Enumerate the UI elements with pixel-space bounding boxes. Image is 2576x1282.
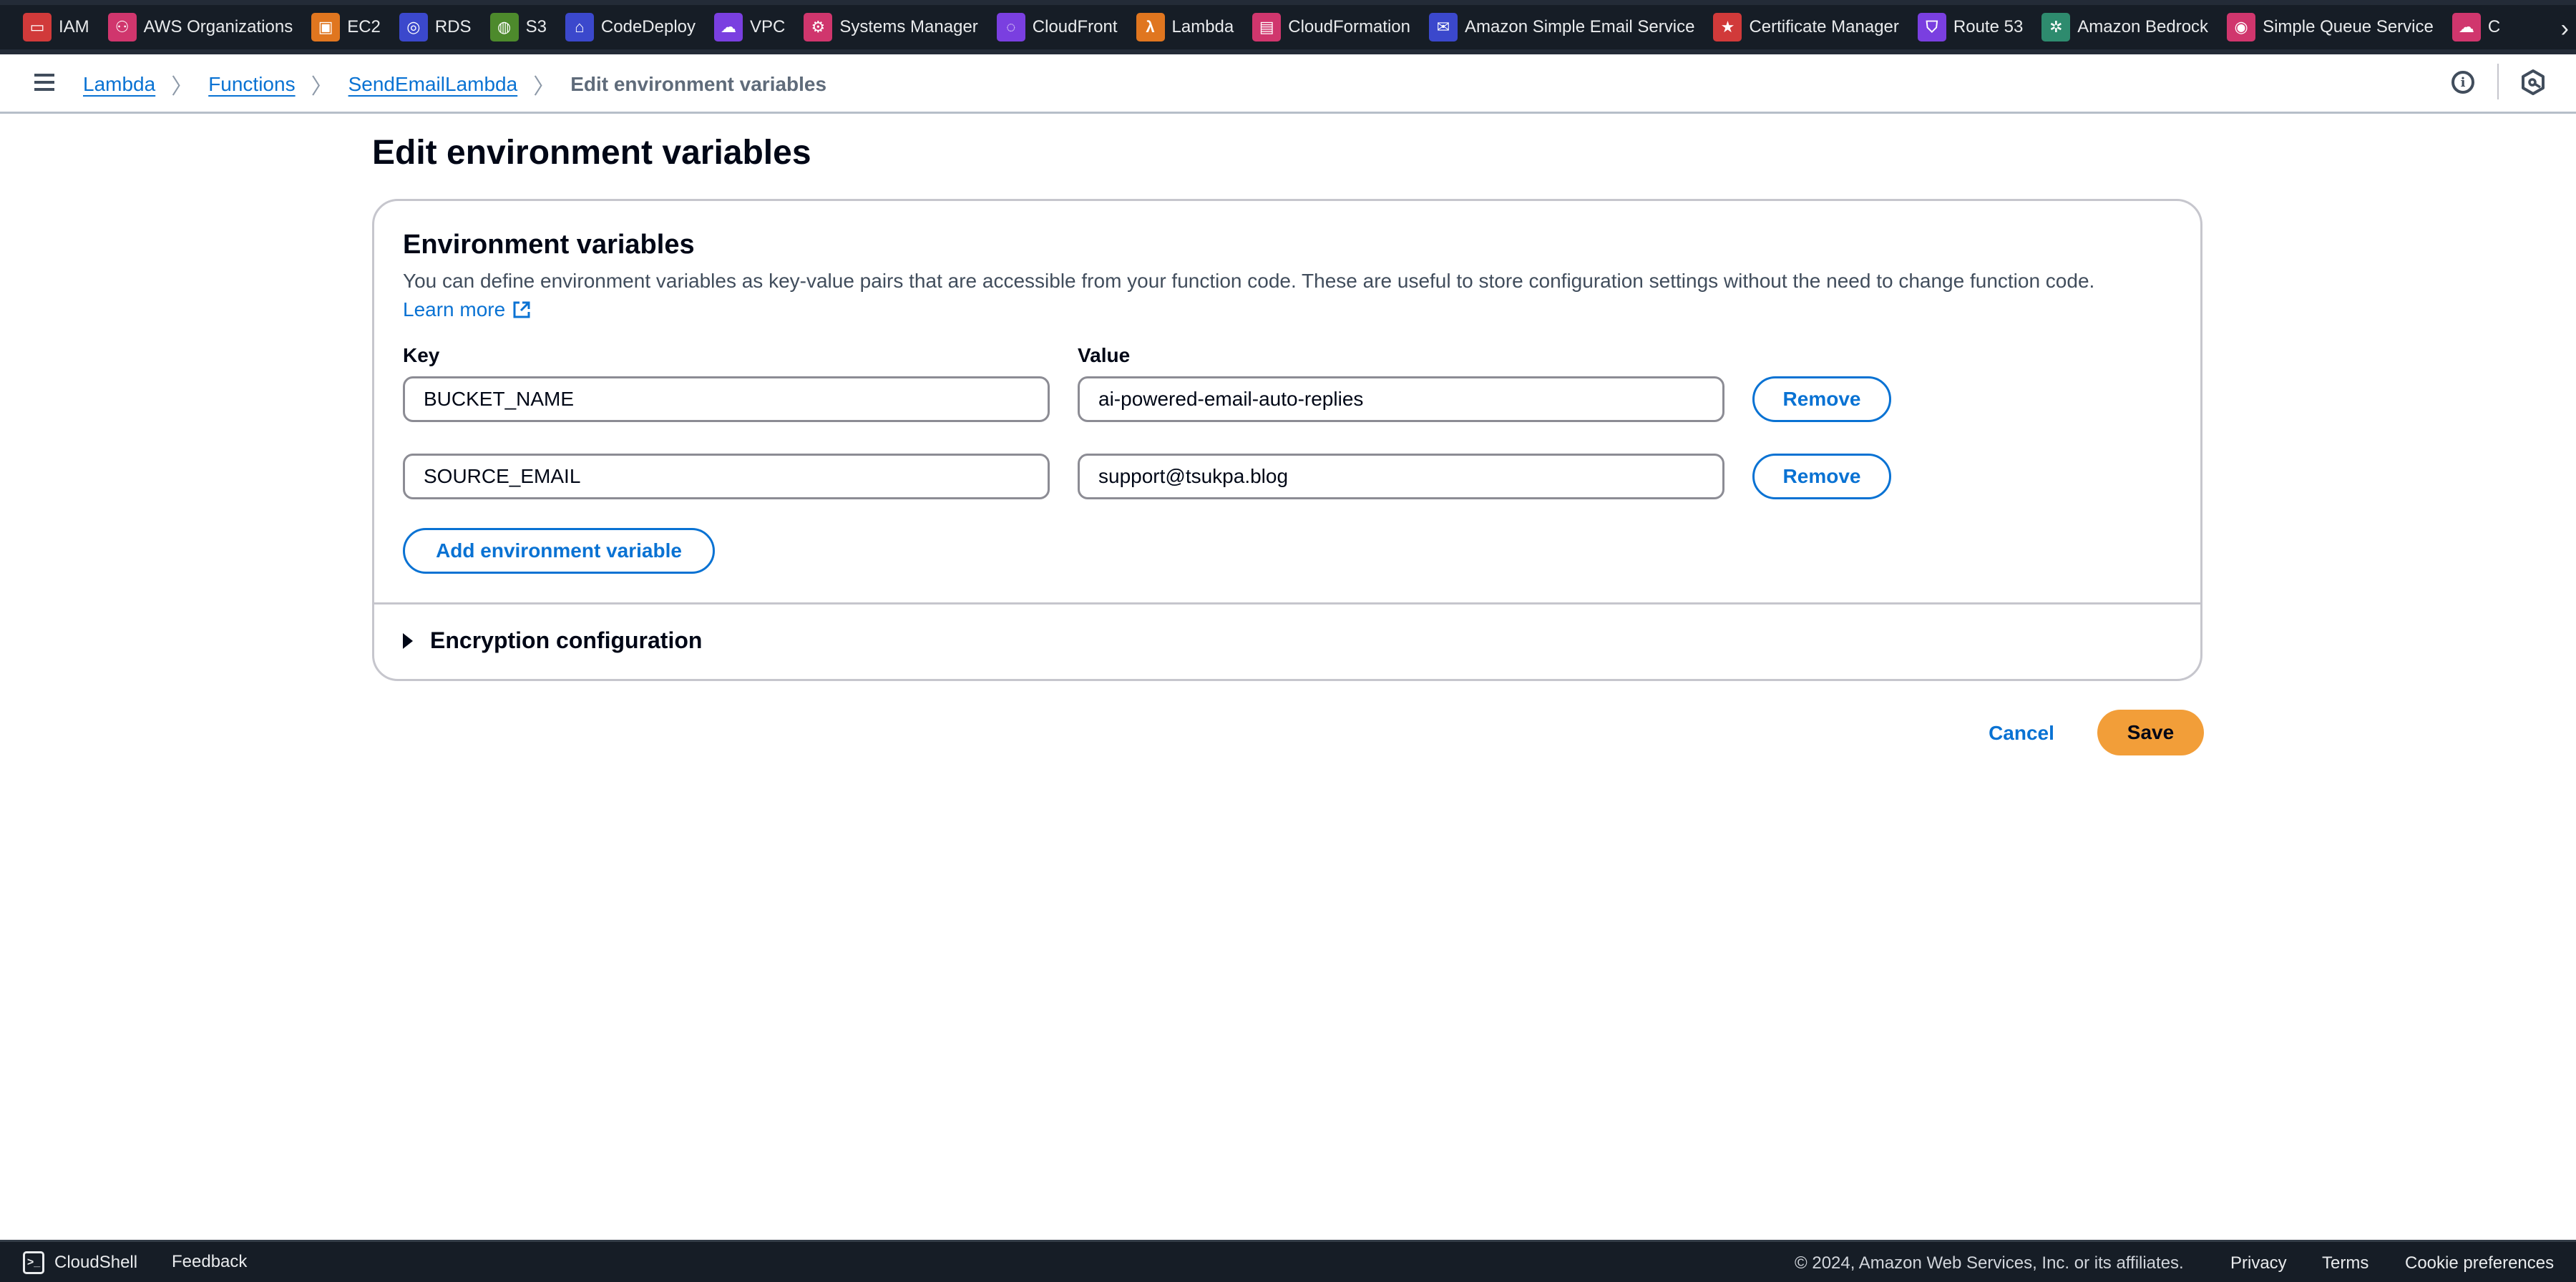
service-shortcut[interactable]: ⚇ AWS Organizations <box>107 13 293 41</box>
service-shortcut[interactable]: ◎ RDS <box>399 13 472 41</box>
service-shortcut-label: Systems Manager <box>839 17 978 36</box>
service-shortcut[interactable]: ✉ Amazon Simple Email Service <box>1429 13 1694 41</box>
service-shortcut-label: Route 53 <box>1953 17 2024 36</box>
service-shortcut[interactable]: ☁ C <box>2451 13 2501 41</box>
service-shortcut[interactable]: ✲ Amazon Bedrock <box>2041 13 2208 41</box>
terminal-icon: >_ <box>23 1251 44 1274</box>
ec2-icon: ▣ <box>311 13 341 41</box>
service-shortcut-label: AWS Organizations <box>143 17 293 36</box>
page-title: Edit environment variables <box>372 134 811 172</box>
service-shortcut[interactable]: ◍ S3 <box>489 13 547 41</box>
cloudshell-button[interactable]: >_ CloudShell <box>23 1251 137 1274</box>
hamburger-menu-icon[interactable] <box>34 74 54 91</box>
key-column-label: Key <box>403 344 440 366</box>
organizations-icon: ⚇ <box>107 13 137 41</box>
route53-icon: ⛉ <box>1917 13 1946 41</box>
info-icon[interactable]: i <box>2451 71 2474 94</box>
lambda-icon: λ <box>1136 13 1165 41</box>
breadcrumb-current: Edit environment variables <box>570 73 827 95</box>
breadcrumb-lambda[interactable]: Lambda <box>83 73 155 96</box>
remove-button-2[interactable]: Remove <box>1752 454 1891 499</box>
add-environment-variable-button[interactable]: Add environment variable <box>403 528 715 574</box>
service-shortcut-label: S3 <box>525 17 547 36</box>
settings-hexagon-icon[interactable] <box>2520 69 2546 96</box>
service-shortcut[interactable]: ◌ CloudFront <box>996 13 1118 41</box>
chevron-right-icon[interactable]: › <box>2561 15 2569 43</box>
card-title: Environment variables <box>403 230 695 260</box>
service-shortcut-label: IAM <box>59 17 89 36</box>
service-shortcut[interactable]: ⛉ Route 53 <box>1917 13 2024 41</box>
service-shortcut-label: Amazon Bedrock <box>2077 17 2209 36</box>
external-link-icon <box>513 301 530 318</box>
service-shortcut[interactable]: ▤ CloudFormation <box>1252 13 1410 41</box>
breadcrumb: Lambda 〉 Functions 〉 SendEmailLambda 〉 E… <box>83 69 826 100</box>
iam-icon: ▭ <box>23 13 52 41</box>
service-shortcut-label: EC2 <box>347 17 381 36</box>
service-shortcut[interactable]: λ Lambda <box>1136 13 1234 41</box>
s3-icon: ◍ <box>489 13 519 41</box>
chevron-right-icon: 〉 <box>171 75 193 99</box>
card-divider <box>374 602 2200 605</box>
bedrock-icon: ✲ <box>2041 13 2071 41</box>
service-shortcut-label: CodeDeploy <box>600 17 696 36</box>
sqs-icon: ◉ <box>2227 13 2256 41</box>
codedeploy-icon: ⌂ <box>565 13 594 41</box>
cloudfront-icon: ◌ <box>996 13 1025 41</box>
cloudwatch-icon: ☁ <box>2451 13 2481 41</box>
ses-icon: ✉ <box>1429 13 1458 41</box>
service-shortcut[interactable]: ⌂ CodeDeploy <box>565 13 696 41</box>
service-shortcut-label: Lambda <box>1171 17 1234 36</box>
toolbar-divider <box>2497 64 2499 99</box>
service-shortcut-label: CloudFormation <box>1288 17 1410 36</box>
copyright-text: © 2024, Amazon Web Services, Inc. or its… <box>1795 1253 2184 1273</box>
rds-icon: ◎ <box>399 13 428 41</box>
chevron-right-icon: 〉 <box>311 75 333 99</box>
service-shortcut[interactable]: ☁ VPC <box>714 13 785 41</box>
service-shortcut-label: Amazon Simple Email Service <box>1465 17 1695 36</box>
save-button[interactable]: Save <box>2097 710 2204 755</box>
remove-button-1[interactable]: Remove <box>1752 376 1891 422</box>
service-shortcut-label: RDS <box>434 17 472 36</box>
service-shortcut[interactable]: ▣ EC2 <box>311 13 381 41</box>
breadcrumb-function-name[interactable]: SendEmailLambda <box>348 73 518 96</box>
service-shortcut[interactable]: ▭ IAM <box>23 13 89 41</box>
feedback-link[interactable]: Feedback <box>172 1252 247 1272</box>
service-shortcut[interactable]: ★ Certificate Manager <box>1713 13 1899 41</box>
learn-more-link[interactable]: Learn more <box>403 298 531 321</box>
cloudshell-label: CloudShell <box>54 1253 138 1272</box>
encryption-configuration-label: Encryption configuration <box>430 627 703 653</box>
service-shortcut[interactable]: ◉ Simple Queue Service <box>2227 13 2434 41</box>
services-favorites-bar: ▭ IAM ⚇ AWS Organizations ▣ EC2 ◎ RDS ◍ S3 ⌂ CodeDe… <box>0 0 2576 54</box>
vpc-icon: ☁ <box>714 13 743 41</box>
service-shortcut[interactable]: ⚙ Systems Manager <box>804 13 978 41</box>
systems-manager-icon: ⚙ <box>804 13 833 41</box>
cancel-button[interactable]: Cancel <box>1975 713 2068 753</box>
service-shortcut-label: C <box>2487 17 2501 36</box>
service-shortcut-label: Certificate Manager <box>1749 17 1899 36</box>
service-shortcut-label: VPC <box>750 17 786 36</box>
learn-more-label: Learn more <box>403 298 506 320</box>
env-value-input-2[interactable]: support@tsukpa.blog <box>1078 454 1724 499</box>
cookie-preferences-link[interactable]: Cookie preferences <box>2405 1253 2554 1273</box>
breadcrumb-bar: Lambda 〉 Functions 〉 SendEmailLambda 〉 E… <box>0 54 2576 114</box>
certificate-manager-icon: ★ <box>1713 13 1742 41</box>
environment-variables-card: Environment variables You can define env… <box>372 199 2202 681</box>
breadcrumb-functions[interactable]: Functions <box>208 73 295 96</box>
env-key-input-2[interactable]: SOURCE_EMAIL <box>403 454 1050 499</box>
env-value-input-1[interactable]: ai-powered-email-auto-replies <box>1078 376 1724 422</box>
env-key-input-1[interactable]: BUCKET_NAME <box>403 376 1050 422</box>
caret-right-icon <box>403 632 413 649</box>
card-description: You can define environment variables as … <box>403 270 2095 292</box>
console-footer: >_ CloudShell Feedback © 2024, Amazon We… <box>0 1240 2576 1282</box>
service-shortcut-label: Simple Queue Service <box>2263 17 2434 36</box>
terms-link[interactable]: Terms <box>2322 1253 2368 1273</box>
chevron-right-icon: 〉 <box>533 75 555 99</box>
service-shortcut-label: CloudFront <box>1032 17 1118 36</box>
value-column-label: Value <box>1078 344 1131 366</box>
encryption-configuration-expander[interactable]: Encryption configuration <box>403 627 702 654</box>
privacy-link[interactable]: Privacy <box>2230 1253 2287 1273</box>
cloudformation-icon: ▤ <box>1252 13 1282 41</box>
